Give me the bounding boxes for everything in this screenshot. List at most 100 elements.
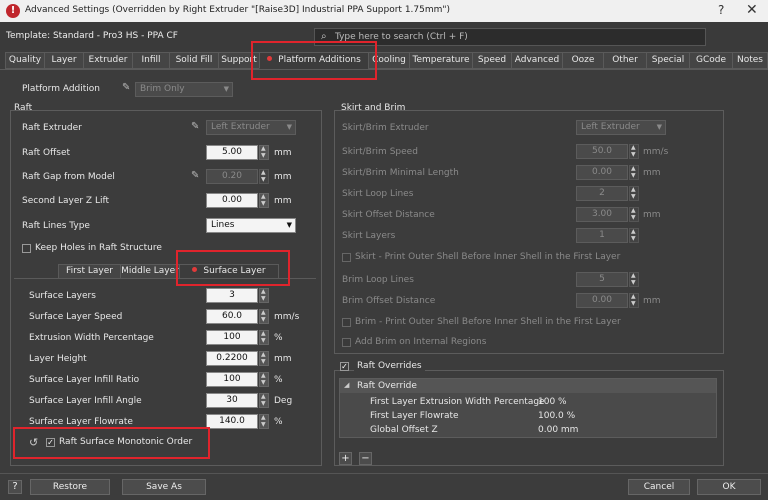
tab-ooze[interactable]: Ooze	[562, 52, 604, 69]
surface-field-input[interactable]: 60.0	[206, 309, 258, 324]
cancel-button[interactable]: Cancel	[628, 479, 690, 495]
skirt-extruder-select[interactable]: Left Extruder ▼	[576, 120, 666, 135]
tab-temperature[interactable]: Temperature	[409, 52, 473, 69]
chevron-down-icon: ▼	[286, 123, 292, 131]
raft-groupbox	[10, 110, 322, 466]
override-row-value: 0.00 mm	[538, 425, 579, 435]
surface-field-unit: %	[274, 333, 283, 343]
pencil-icon: ✎	[191, 121, 200, 132]
raft-override-header[interactable]: ◢ Raft Override	[340, 379, 716, 393]
tab-solid-fill[interactable]: Solid Fill	[169, 52, 219, 69]
raft-offset-stepper[interactable]: ▲ ▼	[259, 145, 269, 160]
surface-field-stepper[interactable]: ▲ ▼	[259, 393, 269, 408]
skirt-outer-shell-label: Skirt - Print Outer Shell Before Inner S…	[355, 252, 621, 262]
override-row-value: 100 %	[538, 397, 567, 407]
platform-addition-label: Platform Addition	[22, 84, 100, 94]
tab-quality[interactable]: Quality	[5, 52, 45, 69]
tab-advanced[interactable]: Advanced	[511, 52, 563, 69]
brim-loop-lines-stepper[interactable]: ▲ ▼	[629, 272, 639, 287]
surface-field-input[interactable]: 30	[206, 393, 258, 408]
tab-other[interactable]: Other	[603, 52, 647, 69]
skirt-speed-stepper[interactable]: ▲ ▼	[629, 144, 639, 159]
override-row-name: Global Offset Z	[370, 425, 438, 435]
save-as-button[interactable]: Save As	[122, 479, 206, 495]
raft-lines-type-select[interactable]: Lines ▼	[206, 218, 296, 233]
skirt-offset-input[interactable]: 3.00	[576, 207, 628, 222]
skirt-extruder-value: Left Extruder	[581, 122, 640, 132]
surface-field-label: Surface Layers	[29, 291, 96, 301]
platform-addition-select[interactable]: Brim Only ▼	[135, 82, 233, 97]
tab-speed[interactable]: Speed	[472, 52, 512, 69]
surface-field-stepper[interactable]: ▲ ▼	[259, 414, 269, 429]
brim-loop-lines-label: Brim Loop Lines	[342, 275, 414, 285]
pencil-icon: ✎	[191, 170, 200, 181]
second-layer-stepper[interactable]: ▲ ▼	[259, 193, 269, 208]
subtab-middle-layer[interactable]: Middle Layer	[120, 264, 180, 279]
collapse-arrow-icon: ◢	[344, 381, 350, 389]
brim-offset-stepper[interactable]: ▲ ▼	[629, 293, 639, 308]
surface-field-stepper[interactable]: ▲ ▼	[259, 372, 269, 387]
tab-extruder[interactable]: Extruder	[83, 52, 133, 69]
override-row-name: First Layer Flowrate	[370, 411, 459, 421]
highlight-surface-layer	[176, 250, 290, 286]
skirt-outer-shell-checkbox[interactable]	[342, 253, 351, 262]
subtab-first-layer[interactable]: First Layer	[58, 264, 121, 279]
raft-gap-unit: mm	[274, 172, 292, 182]
tab-notes[interactable]: Notes	[732, 52, 768, 69]
brim-internal-checkbox[interactable]	[342, 338, 351, 347]
brim-loop-lines-input[interactable]: 5	[576, 272, 628, 287]
help-icon[interactable]: ?	[8, 480, 22, 494]
skirt-speed-input[interactable]: 50.0	[576, 144, 628, 159]
skirt-loop-lines-input[interactable]: 2	[576, 186, 628, 201]
surface-field-input[interactable]: 0.2200	[206, 351, 258, 366]
brim-outer-shell-checkbox[interactable]	[342, 318, 351, 327]
keep-holes-label: Keep Holes in Raft Structure	[35, 243, 162, 253]
raft-gap-input[interactable]: 0.20	[206, 169, 258, 184]
chevron-down-icon: ▼	[286, 221, 292, 229]
surface-field-input[interactable]: 100	[206, 372, 258, 387]
skirt-offset-stepper[interactable]: ▲ ▼	[629, 207, 639, 222]
raft-extruder-select[interactable]: Left Extruder ▼	[206, 120, 296, 135]
second-layer-label: Second Layer Z Lift	[22, 196, 110, 206]
tab-infill[interactable]: Infill	[132, 52, 170, 69]
help-title-icon[interactable]: ?	[718, 3, 724, 17]
surface-field-stepper[interactable]: ▲ ▼	[259, 309, 269, 324]
surface-field-unit: mm	[274, 354, 292, 364]
remove-override-button[interactable]: −	[359, 452, 372, 465]
window-title: Advanced Settings (Overridden by Right E…	[25, 5, 451, 15]
tab-gcode[interactable]: GCode	[689, 52, 733, 69]
skirt-loop-lines-stepper[interactable]: ▲ ▼	[629, 186, 639, 201]
raft-gap-stepper[interactable]: ▲ ▼	[259, 169, 269, 184]
skirt-layers-input[interactable]: 1	[576, 228, 628, 243]
restore-button[interactable]: Restore	[30, 479, 110, 495]
template-label: Template: Standard - Pro3 HS - PPA CF	[6, 31, 178, 41]
brim-offset-input[interactable]: 0.00	[576, 293, 628, 308]
surface-field-input[interactable]: 3	[206, 288, 258, 303]
close-icon[interactable]: ✕	[746, 2, 758, 18]
title-bar: ! Advanced Settings (Overridden by Right…	[0, 0, 768, 22]
raft-offset-input[interactable]: 5.00	[206, 145, 258, 160]
surface-field-stepper[interactable]: ▲ ▼	[259, 330, 269, 345]
skirt-min-length-stepper[interactable]: ▲ ▼	[629, 165, 639, 180]
surface-field-stepper[interactable]: ▲ ▼	[259, 351, 269, 366]
template-row: Template: Standard - Pro3 HS - PPA CF ⌕ …	[0, 22, 768, 50]
highlight-monotonic	[13, 427, 210, 459]
raft-overrides-checkbox[interactable]: ✓	[340, 362, 349, 371]
skirt-min-length-input[interactable]: 0.00	[576, 165, 628, 180]
surface-field-input[interactable]: 140.0	[206, 414, 258, 429]
keep-holes-checkbox[interactable]	[22, 244, 31, 253]
raft-override-table: ◢ Raft Override First Layer Extrusion Wi…	[339, 378, 717, 438]
second-layer-unit: mm	[274, 196, 292, 206]
second-layer-input[interactable]: 0.00	[206, 193, 258, 208]
tab-layer[interactable]: Layer	[44, 52, 84, 69]
tab-special[interactable]: Special	[646, 52, 690, 69]
ok-button[interactable]: OK	[697, 479, 761, 495]
surface-field-unit: %	[274, 417, 283, 427]
add-override-button[interactable]: +	[339, 452, 352, 465]
override-row-value: 100.0 %	[538, 411, 576, 421]
advanced-settings-window: ! Advanced Settings (Overridden by Right…	[0, 0, 768, 500]
skirt-layers-stepper[interactable]: ▲ ▼	[629, 228, 639, 243]
surface-field-input[interactable]: 100	[206, 330, 258, 345]
surface-field-stepper[interactable]: ▲ ▼	[259, 288, 269, 303]
surface-field-label: Surface Layer Infill Angle	[29, 396, 142, 406]
